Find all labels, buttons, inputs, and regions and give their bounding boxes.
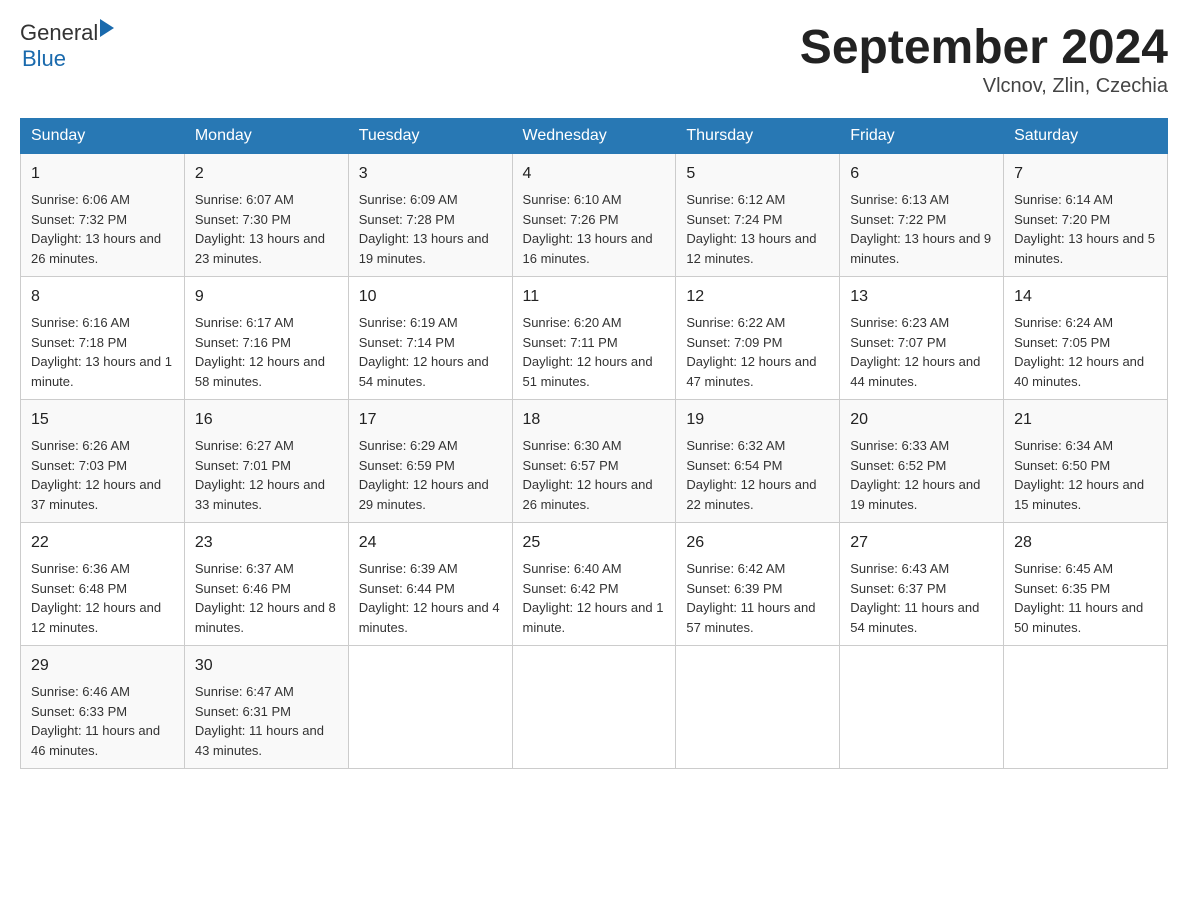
day-number: 4 [523,162,666,186]
logo-general-text: General [20,20,98,46]
calendar-cell: 26Sunrise: 6:42 AMSunset: 6:39 PMDayligh… [676,523,840,646]
day-number: 12 [686,285,829,309]
calendar-cell: 24Sunrise: 6:39 AMSunset: 6:44 PMDayligh… [348,523,512,646]
day-number: 28 [1014,531,1157,555]
calendar-cell: 13Sunrise: 6:23 AMSunset: 7:07 PMDayligh… [840,277,1004,400]
column-header-wednesday: Wednesday [512,119,676,154]
calendar-cell: 11Sunrise: 6:20 AMSunset: 7:11 PMDayligh… [512,277,676,400]
logo-arrow-icon [100,19,114,37]
day-number: 7 [1014,162,1157,186]
day-number: 13 [850,285,993,309]
calendar-cell: 1Sunrise: 6:06 AMSunset: 7:32 PMDaylight… [21,154,185,277]
calendar-week-row: 8Sunrise: 6:16 AMSunset: 7:18 PMDaylight… [21,277,1168,400]
column-header-friday: Friday [840,119,1004,154]
day-number: 22 [31,531,174,555]
calendar-cell: 19Sunrise: 6:32 AMSunset: 6:54 PMDayligh… [676,400,840,523]
calendar-cell: 10Sunrise: 6:19 AMSunset: 7:14 PMDayligh… [348,277,512,400]
calendar-cell: 23Sunrise: 6:37 AMSunset: 6:46 PMDayligh… [184,523,348,646]
day-number: 11 [523,285,666,309]
calendar-cell: 6Sunrise: 6:13 AMSunset: 7:22 PMDaylight… [840,154,1004,277]
calendar-cell: 14Sunrise: 6:24 AMSunset: 7:05 PMDayligh… [1004,277,1168,400]
calendar-cell [676,646,840,769]
calendar-week-row: 29Sunrise: 6:46 AMSunset: 6:33 PMDayligh… [21,646,1168,769]
calendar-week-row: 1Sunrise: 6:06 AMSunset: 7:32 PMDaylight… [21,154,1168,277]
day-number: 6 [850,162,993,186]
calendar-cell: 17Sunrise: 6:29 AMSunset: 6:59 PMDayligh… [348,400,512,523]
month-year-title: September 2024 [800,20,1168,75]
day-number: 9 [195,285,338,309]
calendar-cell: 3Sunrise: 6:09 AMSunset: 7:28 PMDaylight… [348,154,512,277]
calendar-week-row: 15Sunrise: 6:26 AMSunset: 7:03 PMDayligh… [21,400,1168,523]
day-number: 17 [359,408,502,432]
calendar-cell: 20Sunrise: 6:33 AMSunset: 6:52 PMDayligh… [840,400,1004,523]
calendar-cell: 12Sunrise: 6:22 AMSunset: 7:09 PMDayligh… [676,277,840,400]
day-number: 3 [359,162,502,186]
day-number: 19 [686,408,829,432]
calendar-cell: 29Sunrise: 6:46 AMSunset: 6:33 PMDayligh… [21,646,185,769]
day-number: 15 [31,408,174,432]
calendar-header-row: SundayMondayTuesdayWednesdayThursdayFrid… [21,119,1168,154]
calendar-cell: 18Sunrise: 6:30 AMSunset: 6:57 PMDayligh… [512,400,676,523]
calendar-cell: 28Sunrise: 6:45 AMSunset: 6:35 PMDayligh… [1004,523,1168,646]
calendar-cell: 27Sunrise: 6:43 AMSunset: 6:37 PMDayligh… [840,523,1004,646]
calendar-cell: 7Sunrise: 6:14 AMSunset: 7:20 PMDaylight… [1004,154,1168,277]
title-section: September 2024 Vlcnov, Zlin, Czechia [800,20,1168,98]
calendar-cell: 16Sunrise: 6:27 AMSunset: 7:01 PMDayligh… [184,400,348,523]
page-header: General Blue September 2024 Vlcnov, Zlin… [20,20,1168,98]
logo-blue-text: Blue [22,46,66,71]
calendar-cell: 21Sunrise: 6:34 AMSunset: 6:50 PMDayligh… [1004,400,1168,523]
calendar-table: SundayMondayTuesdayWednesdayThursdayFrid… [20,118,1168,769]
calendar-cell: 2Sunrise: 6:07 AMSunset: 7:30 PMDaylight… [184,154,348,277]
calendar-cell [512,646,676,769]
day-number: 24 [359,531,502,555]
column-header-tuesday: Tuesday [348,119,512,154]
day-number: 29 [31,654,174,678]
location-subtitle: Vlcnov, Zlin, Czechia [800,75,1168,98]
day-number: 2 [195,162,338,186]
day-number: 21 [1014,408,1157,432]
day-number: 27 [850,531,993,555]
column-header-sunday: Sunday [21,119,185,154]
day-number: 16 [195,408,338,432]
day-number: 10 [359,285,502,309]
calendar-cell: 9Sunrise: 6:17 AMSunset: 7:16 PMDaylight… [184,277,348,400]
calendar-cell [840,646,1004,769]
column-header-saturday: Saturday [1004,119,1168,154]
calendar-week-row: 22Sunrise: 6:36 AMSunset: 6:48 PMDayligh… [21,523,1168,646]
calendar-cell: 5Sunrise: 6:12 AMSunset: 7:24 PMDaylight… [676,154,840,277]
calendar-cell: 4Sunrise: 6:10 AMSunset: 7:26 PMDaylight… [512,154,676,277]
logo: General Blue [20,20,114,72]
day-number: 23 [195,531,338,555]
day-number: 20 [850,408,993,432]
day-number: 18 [523,408,666,432]
day-number: 14 [1014,285,1157,309]
calendar-cell [1004,646,1168,769]
calendar-cell: 25Sunrise: 6:40 AMSunset: 6:42 PMDayligh… [512,523,676,646]
column-header-monday: Monday [184,119,348,154]
day-number: 30 [195,654,338,678]
day-number: 25 [523,531,666,555]
column-header-thursday: Thursday [676,119,840,154]
calendar-cell: 15Sunrise: 6:26 AMSunset: 7:03 PMDayligh… [21,400,185,523]
day-number: 5 [686,162,829,186]
calendar-cell: 22Sunrise: 6:36 AMSunset: 6:48 PMDayligh… [21,523,185,646]
day-number: 1 [31,162,174,186]
day-number: 8 [31,285,174,309]
calendar-cell: 30Sunrise: 6:47 AMSunset: 6:31 PMDayligh… [184,646,348,769]
calendar-cell: 8Sunrise: 6:16 AMSunset: 7:18 PMDaylight… [21,277,185,400]
calendar-cell [348,646,512,769]
day-number: 26 [686,531,829,555]
